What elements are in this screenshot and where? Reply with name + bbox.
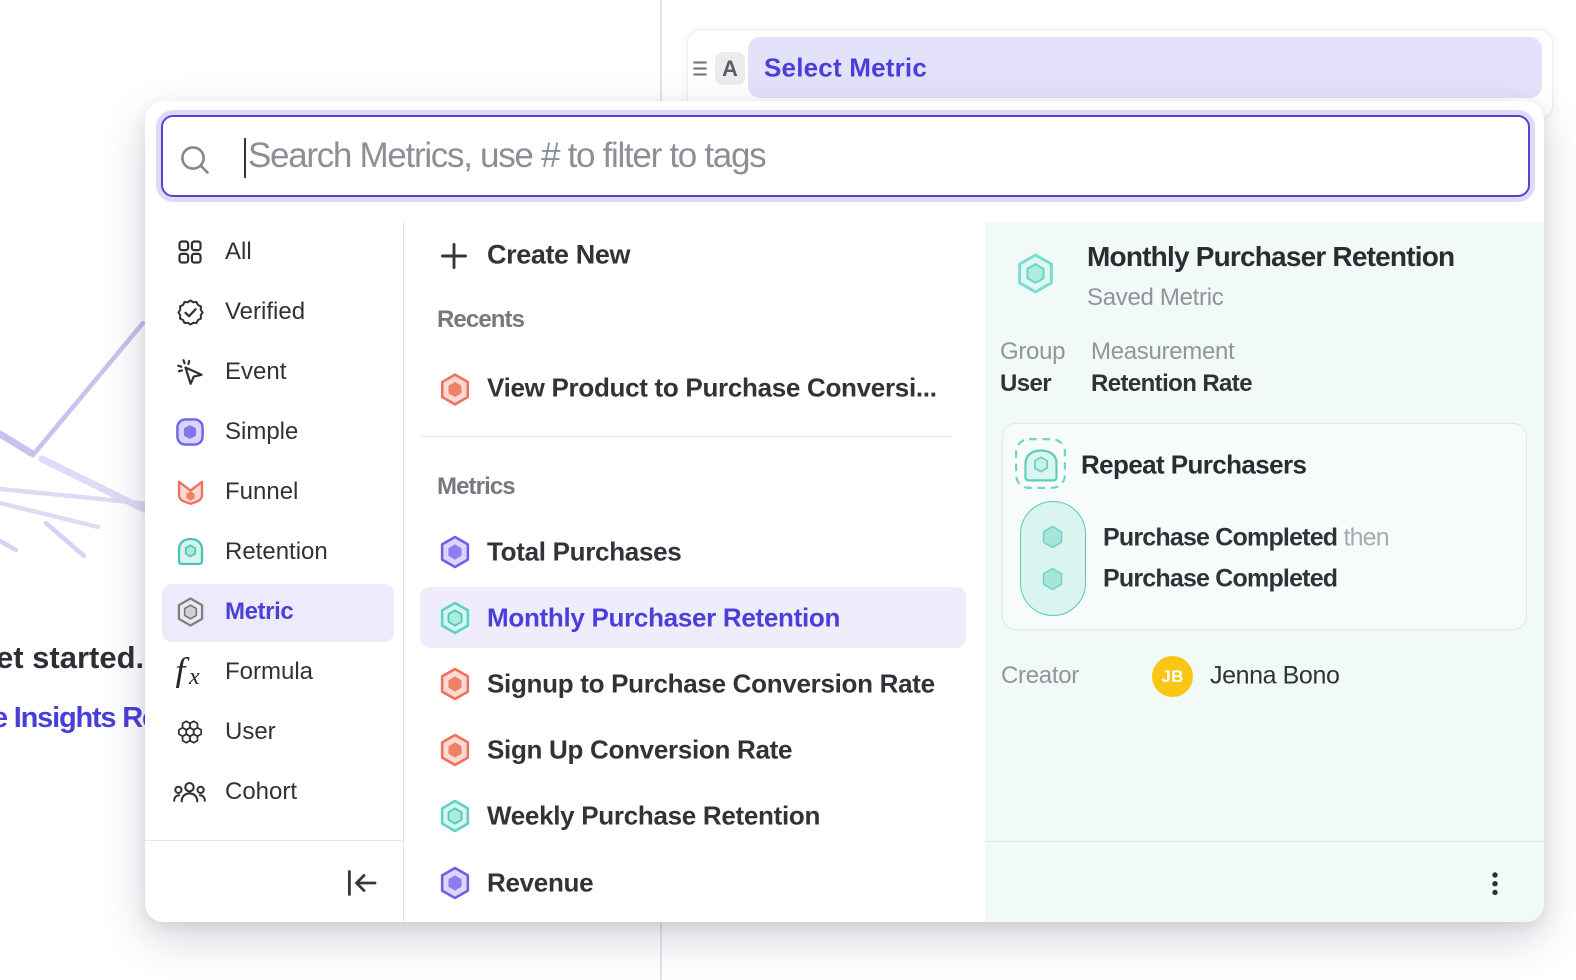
svg-text:x: x xyxy=(188,664,200,688)
svg-text:f: f xyxy=(175,656,190,688)
